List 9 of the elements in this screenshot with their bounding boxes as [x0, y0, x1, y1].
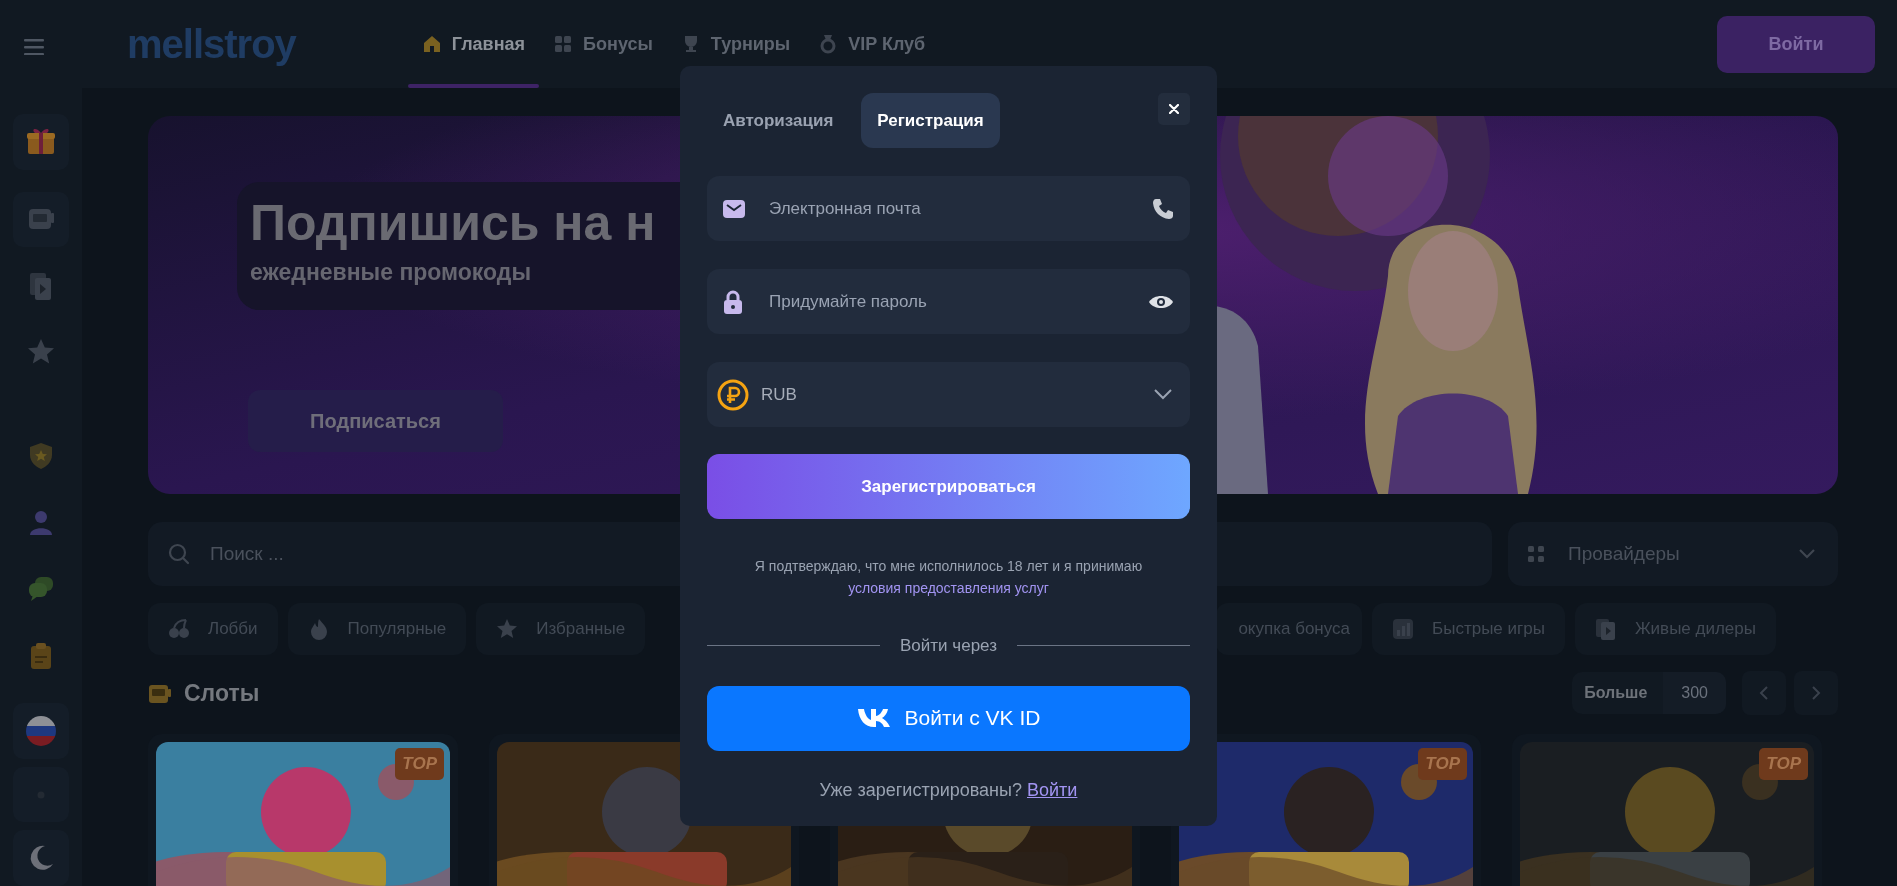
- banner-subtitle: ежедневные промокоды: [250, 258, 532, 287]
- top-badge: TOP: [395, 748, 444, 780]
- terms-text: Я подтверждаю, что мне исполнилось 18 лет и я принимаю условия предоставления услуг: [753, 557, 1144, 598]
- section-title: Слоты: [184, 678, 260, 708]
- login-prompt: Уже зарегистрированы? Войти: [818, 778, 1079, 802]
- divider-label: Войти через: [899, 635, 998, 657]
- top-badge: TOP: [1759, 748, 1808, 780]
- top-badge: TOP: [1418, 748, 1467, 780]
- banner-title: Подпишись на н: [250, 196, 656, 251]
